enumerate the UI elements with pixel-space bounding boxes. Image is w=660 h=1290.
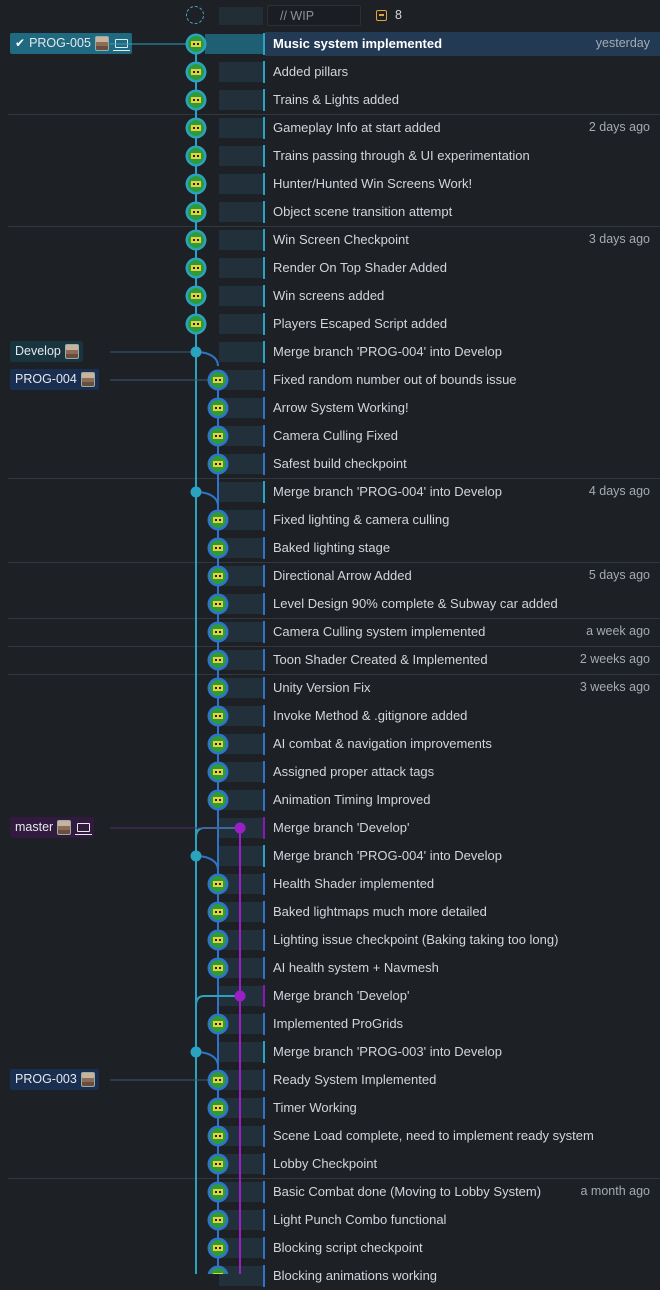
author-avatar-icon[interactable]: [207, 453, 229, 475]
author-avatar-icon[interactable]: [207, 1097, 229, 1119]
author-avatar-icon[interactable]: [185, 257, 207, 279]
merge-node-icon[interactable]: [190, 1046, 202, 1058]
author-avatar-icon[interactable]: [207, 1181, 229, 1203]
merge-node-icon[interactable]: [190, 850, 202, 862]
author-avatar-icon[interactable]: [207, 1125, 229, 1147]
author-avatar-icon[interactable]: [207, 761, 229, 783]
author-avatar-icon[interactable]: [207, 733, 229, 755]
author-avatar-icon[interactable]: [207, 789, 229, 811]
author-avatar-icon[interactable]: [207, 537, 229, 559]
author-avatar-icon[interactable]: [185, 201, 207, 223]
author-avatar-icon[interactable]: [207, 1265, 229, 1275]
author-avatar-icon[interactable]: [207, 509, 229, 531]
author-avatar-icon[interactable]: [185, 61, 207, 83]
author-avatar-icon[interactable]: [207, 425, 229, 447]
author-avatar-icon[interactable]: [207, 593, 229, 615]
author-avatar-icon[interactable]: [207, 957, 229, 979]
author-avatar-icon[interactable]: [207, 649, 229, 671]
author-avatar-icon[interactable]: [185, 229, 207, 251]
author-avatar-icon[interactable]: [185, 145, 207, 167]
merge-node-icon[interactable]: [234, 990, 246, 1002]
author-avatar-icon[interactable]: [207, 901, 229, 923]
author-avatar-icon[interactable]: [185, 117, 207, 139]
merge-node-icon[interactable]: [190, 346, 202, 358]
author-avatar-icon[interactable]: [207, 565, 229, 587]
author-avatar-icon[interactable]: [207, 873, 229, 895]
author-avatar-icon[interactable]: [207, 1209, 229, 1231]
author-avatar-icon[interactable]: [207, 397, 229, 419]
author-avatar-icon[interactable]: [207, 621, 229, 643]
author-avatar-icon[interactable]: [207, 1069, 229, 1091]
author-avatar-icon[interactable]: [207, 1153, 229, 1175]
commit-graph: [110, 33, 246, 1275]
author-avatar-icon[interactable]: [185, 89, 207, 111]
author-avatar-icon[interactable]: [207, 369, 229, 391]
author-avatar-icon[interactable]: [207, 929, 229, 951]
author-avatar-icon[interactable]: [185, 313, 207, 335]
author-avatar-icon[interactable]: [207, 1013, 229, 1035]
author-avatar-icon[interactable]: [185, 33, 207, 55]
merge-node-icon[interactable]: [190, 486, 202, 498]
author-avatar-icon[interactable]: [207, 677, 229, 699]
merge-node-icon[interactable]: [234, 822, 246, 834]
author-avatar-icon[interactable]: [185, 173, 207, 195]
author-avatar-icon[interactable]: [207, 705, 229, 727]
author-avatar-icon[interactable]: [207, 1237, 229, 1259]
author-avatar-icon[interactable]: [185, 285, 207, 307]
